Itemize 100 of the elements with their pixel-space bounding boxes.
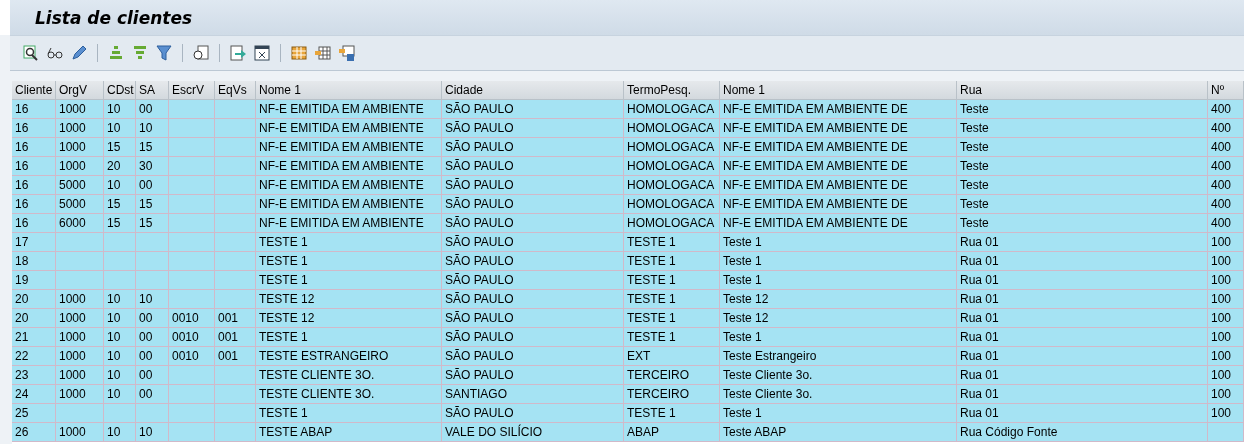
layout-icon[interactable] [253, 44, 271, 62]
table-cell: 10 [104, 347, 136, 366]
table-cell: 100 [1208, 366, 1244, 385]
column-header[interactable]: CDst [104, 81, 136, 100]
table-cell: 15 [104, 138, 136, 157]
table-cell: 001 [215, 347, 256, 366]
table-cell: ABAP [624, 423, 720, 442]
table-cell: 100 [1208, 271, 1244, 290]
table-cell: 16 [12, 157, 56, 176]
table-cell [169, 252, 215, 271]
table-cell: TESTE 1 [624, 233, 720, 252]
table-cell [56, 271, 104, 290]
export-icon[interactable] [229, 44, 247, 62]
column-header[interactable]: TermoPesq. [624, 81, 720, 100]
table-cell: 1000 [56, 100, 104, 119]
table-cell: Rua 01 [957, 404, 1208, 423]
table-cell: 23 [12, 366, 56, 385]
table-cell: 10 [136, 423, 169, 442]
table-cell: Rua Código Fonte [957, 423, 1208, 442]
table-cell: 400 [1208, 100, 1244, 119]
table-cell: 00 [136, 176, 169, 195]
column-header[interactable]: SA [136, 81, 169, 100]
pencil-icon[interactable] [70, 44, 88, 62]
table-cell: 10 [136, 119, 169, 138]
table-cell: 0010 [169, 347, 215, 366]
filter-icon[interactable] [155, 44, 173, 62]
table-cell: SÃO PAULO [442, 347, 624, 366]
column-header[interactable]: Cidade [442, 81, 624, 100]
table-cell: 1000 [56, 347, 104, 366]
magnifier-icon[interactable] [22, 44, 40, 62]
column-header[interactable]: Rua [957, 81, 1208, 100]
table-cell: NF-E EMITIDA EM AMBIENTE DE [720, 176, 957, 195]
table-save-icon[interactable] [338, 44, 356, 62]
table-cell: TESTE 1 [624, 252, 720, 271]
window-title: Lista de clientes [35, 7, 193, 28]
table-cell: SÃO PAULO [442, 195, 624, 214]
table-cell: 1000 [56, 366, 104, 385]
table-cell: 15 [136, 138, 169, 157]
table-cell: TESTE 12 [256, 309, 442, 328]
table-cell: 1000 [56, 119, 104, 138]
column-header[interactable]: OrgV [56, 81, 104, 100]
table-cell: Rua 01 [957, 233, 1208, 252]
table-cell: 22 [12, 347, 56, 366]
table-cell: Teste [957, 138, 1208, 157]
table-cell: 1000 [56, 423, 104, 442]
table-cell: SÃO PAULO [442, 214, 624, 233]
table-cell: 17 [12, 233, 56, 252]
column-header[interactable]: EscrV [169, 81, 215, 100]
table-cell [1208, 423, 1244, 442]
table-cell [215, 404, 256, 423]
table-cell: Teste 12 [720, 309, 957, 328]
grid-icon[interactable] [290, 44, 308, 62]
table-cell [215, 119, 256, 138]
table-icon[interactable] [314, 44, 332, 62]
table-cell: 400 [1208, 138, 1244, 157]
table-cell: TESTE 12 [256, 290, 442, 309]
table-cell: HOMOLOGACA [624, 100, 720, 119]
table-cell: NF-E EMITIDA EM AMBIENTE DE [720, 138, 957, 157]
table-cell: NF-E EMITIDA EM AMBIENTE [256, 195, 442, 214]
table-cell: 1000 [56, 328, 104, 347]
table-cell: 10 [104, 385, 136, 404]
table-cell [169, 366, 215, 385]
column-header[interactable]: Nome 1 [256, 81, 442, 100]
table-cell: Teste [957, 100, 1208, 119]
table-cell: 15 [104, 195, 136, 214]
column-header[interactable]: Cliente [12, 81, 56, 100]
table-cell: 400 [1208, 214, 1244, 233]
table-cell: TESTE 1 [256, 252, 442, 271]
table-cell: NF-E EMITIDA EM AMBIENTE DE [720, 195, 957, 214]
table-cell: TESTE 1 [256, 271, 442, 290]
table-cell: Teste Estrangeiro [720, 347, 957, 366]
table-cell: NF-E EMITIDA EM AMBIENTE DE [720, 214, 957, 233]
table-cell: 20 [104, 157, 136, 176]
table-cell: 100 [1208, 328, 1244, 347]
column-header[interactable]: EqVs [215, 81, 256, 100]
table-cell: 16 [12, 214, 56, 233]
table-cell: 20 [12, 309, 56, 328]
table-cell: 16 [12, 119, 56, 138]
column-header[interactable]: Nome 1 [720, 81, 957, 100]
table-cell: 10 [136, 290, 169, 309]
table-cell: Rua 01 [957, 271, 1208, 290]
table-cell: Teste [957, 157, 1208, 176]
table-cell: Teste 1 [720, 404, 957, 423]
table-cell: 100 [1208, 404, 1244, 423]
table-cell: NF-E EMITIDA EM AMBIENTE DE [720, 157, 957, 176]
table-cell: 26 [12, 423, 56, 442]
table-cell [215, 157, 256, 176]
table-cell: NF-E EMITIDA EM AMBIENTE DE [720, 119, 957, 138]
table-cell [169, 404, 215, 423]
table-cell: 00 [136, 309, 169, 328]
table-cell: TESTE 1 [624, 404, 720, 423]
table-cell: 100 [1208, 385, 1244, 404]
table-cell: 10 [104, 290, 136, 309]
table-cell: TESTE ESTRANGEIRO [256, 347, 442, 366]
table-cell: 5000 [56, 195, 104, 214]
table-cell: 001 [215, 309, 256, 328]
table-cell: 15 [136, 195, 169, 214]
table-cell: 1000 [56, 385, 104, 404]
table-cell: 1000 [56, 138, 104, 157]
column-header[interactable]: Nº [1208, 81, 1244, 100]
